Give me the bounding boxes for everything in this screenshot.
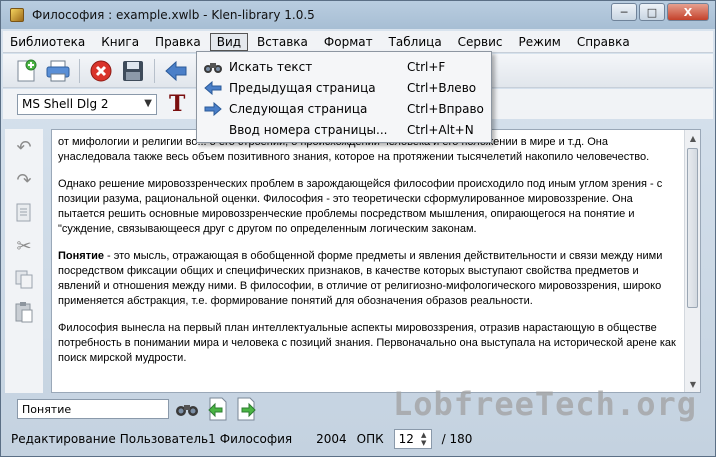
status-total-pages: / 180 bbox=[441, 432, 473, 446]
term-bold: Понятие bbox=[58, 250, 104, 262]
search-input[interactable] bbox=[17, 399, 169, 419]
undo-icon[interactable]: ↶ bbox=[12, 135, 36, 159]
save-icon[interactable] bbox=[120, 58, 146, 84]
menu-book[interactable]: Книга bbox=[94, 33, 146, 51]
chevron-down-icon: ▼ bbox=[144, 97, 152, 109]
menu-view[interactable]: Вид bbox=[209, 32, 249, 51]
binoculars-icon[interactable] bbox=[175, 397, 199, 421]
new-document-icon[interactable] bbox=[13, 58, 39, 84]
cut-icon[interactable]: ✂ bbox=[12, 234, 36, 258]
status-opk-label: ОПК bbox=[356, 432, 384, 446]
menu-edit[interactable]: Правка bbox=[148, 33, 208, 51]
status-user: Пользователь1 bbox=[119, 432, 216, 446]
title-bar: Философия : example.xwlb - Klen-library … bbox=[1, 1, 715, 29]
back-icon[interactable] bbox=[163, 58, 189, 84]
paragraph: Философия вынесла на первый план интелле… bbox=[58, 322, 676, 364]
paragraph-text: - это мысль, отражающая в обобщенной фор… bbox=[58, 250, 663, 307]
stepper-arrows-icon[interactable]: ▲ ▼ bbox=[418, 431, 430, 447]
menu-item-label: Предыдущая страница bbox=[229, 80, 376, 95]
paragraph: Однако решение мировоззренческих проблем… bbox=[58, 178, 663, 235]
menu-bar: Библиотека Книга Правка Вид Вставка Форм… bbox=[3, 31, 713, 53]
binoculars-icon bbox=[197, 60, 229, 74]
app-window: Философия : example.xwlb - Klen-library … bbox=[0, 0, 716, 457]
paragraph: Понятие - это мысль, отражающая в обобще… bbox=[58, 249, 678, 309]
menu-item-label: Искать текст bbox=[229, 59, 313, 74]
menu-library[interactable]: Библиотека bbox=[3, 33, 92, 51]
menu-item-label: Следующая страница bbox=[229, 101, 368, 116]
edit-icon[interactable] bbox=[12, 201, 36, 225]
font-family-value: MS Shell Dlg 2 bbox=[22, 97, 109, 111]
menu-item-label: Ввод номера страницы... bbox=[229, 122, 388, 137]
menu-item-next-page[interactable]: Следующая страница Ctrl+Вправо bbox=[197, 98, 491, 119]
document-text: от мифологии и религии во... о его строе… bbox=[58, 135, 678, 378]
menu-mode[interactable]: Режим bbox=[512, 33, 568, 51]
menu-help[interactable]: Справка bbox=[570, 33, 637, 51]
menu-insert[interactable]: Вставка bbox=[250, 33, 315, 51]
delete-icon[interactable] bbox=[88, 58, 114, 84]
status-book: Философия bbox=[219, 432, 293, 446]
text-color-icon[interactable]: T bbox=[169, 91, 185, 117]
menu-item-previous-page[interactable]: Предыдущая страница Ctrl+Влево bbox=[197, 77, 491, 98]
menu-service[interactable]: Сервис bbox=[451, 33, 510, 51]
status-mode: Редактирование bbox=[11, 432, 116, 446]
toolbar-separator bbox=[154, 58, 155, 83]
scroll-up-icon[interactable]: ▲ bbox=[685, 130, 700, 146]
toolbar-separator bbox=[79, 58, 80, 83]
menu-format[interactable]: Формат bbox=[317, 33, 380, 51]
copy-icon[interactable] bbox=[12, 267, 36, 291]
page-number-stepper[interactable]: 12 ▲ ▼ bbox=[393, 429, 432, 449]
menu-item-find-text[interactable]: Искать текст Ctrl+F bbox=[197, 56, 491, 77]
status-year: 2004 bbox=[316, 432, 347, 446]
print-icon[interactable] bbox=[45, 58, 71, 84]
arrow-right-icon bbox=[197, 101, 229, 116]
arrow-left-icon bbox=[197, 80, 229, 95]
watermark-text: LobfreeTech.org bbox=[393, 385, 697, 423]
view-menu-dropdown: Искать текст Ctrl+F Предыдущая страница … bbox=[196, 51, 492, 143]
side-toolbar: ↶ ↷ ✂ bbox=[5, 129, 43, 393]
menu-item-shortcut: Ctrl+Влево bbox=[407, 80, 477, 95]
app-icon bbox=[10, 8, 24, 22]
menu-item-shortcut: Ctrl+Вправо bbox=[407, 101, 484, 116]
vertical-scrollbar[interactable]: ▲ ▼ bbox=[684, 130, 700, 392]
scrollbar-thumb[interactable] bbox=[687, 148, 698, 308]
window-controls: ─ □ X bbox=[611, 3, 709, 21]
status-bar: Редактирование Пользователь1 Философия 2… bbox=[3, 427, 713, 451]
menu-item-go-to-page[interactable]: Ввод номера страницы... Ctrl+Alt+N bbox=[197, 119, 491, 140]
menu-item-shortcut: Ctrl+F bbox=[407, 59, 446, 74]
menu-table[interactable]: Таблица bbox=[382, 33, 449, 51]
font-family-select[interactable]: MS Shell Dlg 2 ▼ bbox=[17, 93, 157, 115]
next-page-icon[interactable] bbox=[235, 397, 259, 421]
menu-item-shortcut: Ctrl+Alt+N bbox=[407, 122, 474, 137]
document-editor[interactable]: от мифологии и религии во... о его строе… bbox=[51, 129, 701, 393]
paste-icon[interactable] bbox=[12, 300, 36, 324]
maximize-button[interactable]: □ bbox=[639, 3, 665, 21]
redo-icon[interactable]: ↷ bbox=[12, 168, 36, 192]
previous-page-icon[interactable] bbox=[205, 397, 229, 421]
page-number-value: 12 bbox=[398, 432, 414, 446]
close-button[interactable]: X bbox=[667, 3, 709, 21]
window-title: Философия : example.xwlb - Klen-library … bbox=[32, 8, 315, 22]
minimize-button[interactable]: ─ bbox=[611, 3, 637, 21]
